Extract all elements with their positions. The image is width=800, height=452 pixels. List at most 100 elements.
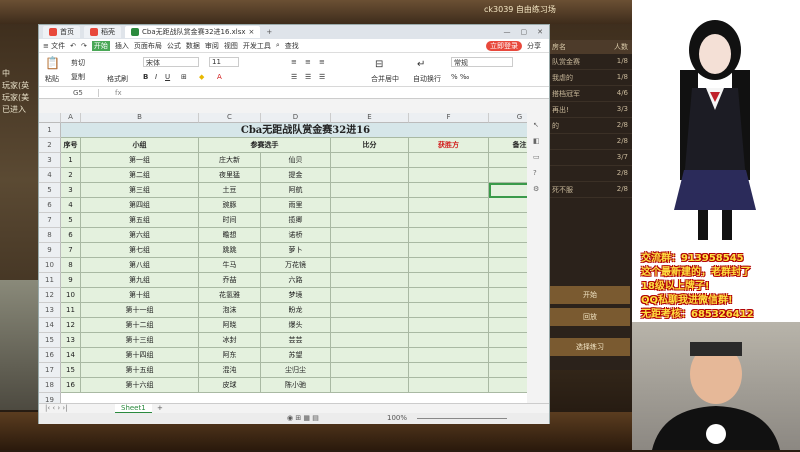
room-list-item[interactable]: 搭档冠军 4/6	[548, 86, 632, 102]
room-list-item[interactable]: 死不服 2/8	[548, 182, 632, 198]
menu-formulas[interactable]: 公式	[167, 41, 181, 51]
row-header[interactable]: 18	[39, 378, 61, 393]
wrap-text-button[interactable]: 自动换行	[413, 74, 441, 84]
start-button[interactable]: 开始	[550, 286, 630, 304]
fill-color-icon[interactable]: ◆	[199, 73, 204, 81]
table-row-index[interactable]: 8	[61, 258, 81, 273]
merge-icon[interactable]: ⊟	[375, 59, 383, 70]
table-row-notes[interactable]	[489, 153, 527, 168]
row-header[interactable]: 15	[39, 333, 61, 348]
table-row-group[interactable]: 第十四组	[81, 348, 199, 363]
column-header-b[interactable]: B	[81, 113, 199, 123]
header-cell-index[interactable]: 序号	[61, 138, 81, 153]
tool-style-icon[interactable]: ◧	[533, 137, 543, 145]
column-header-c[interactable]: C	[199, 113, 261, 123]
column-header-a[interactable]: A	[61, 113, 81, 123]
row-header[interactable]: 10	[39, 258, 61, 273]
table-row-winner[interactable]	[409, 378, 489, 393]
table-row-player[interactable]: 阿晓	[199, 318, 261, 333]
menu-developer[interactable]: 开发工具	[243, 41, 271, 51]
table-row-player[interactable]: 诺桥	[261, 228, 331, 243]
paste-icon[interactable]: 📋	[45, 56, 60, 70]
table-row-notes[interactable]	[489, 213, 527, 228]
row-header[interactable]: 2	[39, 138, 61, 153]
row-header[interactable]: 12	[39, 288, 61, 303]
table-row-winner[interactable]	[409, 303, 489, 318]
table-row-winner[interactable]	[409, 153, 489, 168]
table-row-score[interactable]	[331, 318, 409, 333]
cut-button[interactable]: 剪切	[71, 58, 85, 68]
align-bottom-icon[interactable]: ≡	[319, 58, 325, 66]
table-row-index[interactable]: 5	[61, 213, 81, 228]
table-row-score[interactable]	[331, 243, 409, 258]
row-header[interactable]: 9	[39, 243, 61, 258]
room-list-item[interactable]: 2/8	[548, 166, 632, 182]
room-list-item[interactable]: 再出! 3/3	[548, 102, 632, 118]
table-row-score[interactable]	[331, 378, 409, 393]
table-row-index[interactable]: 7	[61, 243, 81, 258]
align-top-icon[interactable]: ≡	[291, 58, 297, 66]
view-mode-icon[interactable]: ◉ ⊞ ▦ ▤	[287, 414, 319, 422]
table-row-player[interactable]: 乔喆	[199, 273, 261, 288]
column-header-d[interactable]: D	[261, 113, 331, 123]
menu-page-layout[interactable]: 页面布局	[134, 41, 162, 51]
table-row-player[interactable]: 阿航	[261, 183, 331, 198]
menu-view[interactable]: 视图	[224, 41, 238, 51]
table-row-player[interactable]: 仙贝	[261, 153, 331, 168]
copy-button[interactable]: 复制	[71, 72, 85, 82]
row-header[interactable]: 3	[39, 153, 61, 168]
table-row-player[interactable]: 豌豚	[199, 198, 261, 213]
table-row-index[interactable]: 13	[61, 333, 81, 348]
table-row-notes[interactable]	[489, 333, 527, 348]
table-row-index[interactable]: 11	[61, 303, 81, 318]
table-row-score[interactable]	[331, 333, 409, 348]
close-tab-icon[interactable]: ×	[249, 28, 255, 36]
align-middle-icon[interactable]: ≡	[305, 58, 311, 66]
table-row-winner[interactable]	[409, 198, 489, 213]
table-row-winner[interactable]	[409, 348, 489, 363]
practice-button[interactable]: 选择练习	[550, 338, 630, 356]
row-header[interactable]: 8	[39, 228, 61, 243]
table-row-group[interactable]: 第十二组	[81, 318, 199, 333]
table-row-notes[interactable]	[489, 318, 527, 333]
table-row-player[interactable]: 夜里猛	[199, 168, 261, 183]
table-row-group[interactable]: 第三组	[81, 183, 199, 198]
room-list-item[interactable]: 3/7	[548, 150, 632, 166]
table-row-notes[interactable]	[489, 273, 527, 288]
table-row-group[interactable]: 第十五组	[81, 363, 199, 378]
row-header[interactable]: 14	[39, 318, 61, 333]
table-row-group[interactable]: 第七组	[81, 243, 199, 258]
merge-center-button[interactable]: 合并居中	[371, 74, 399, 84]
redo-icon[interactable]: ↷	[81, 42, 87, 50]
table-row-player[interactable]: 盼龙	[261, 303, 331, 318]
maximize-icon[interactable]: ▢	[521, 28, 528, 36]
login-button[interactable]: 立即登录	[486, 40, 522, 51]
menu-home[interactable]: 开始	[91, 40, 110, 51]
table-row-score[interactable]	[331, 363, 409, 378]
tool-select-icon[interactable]: ↖	[533, 121, 543, 129]
zoom-slider[interactable]	[417, 418, 507, 419]
menu-review[interactable]: 审阅	[205, 41, 219, 51]
menu-insert[interactable]: 插入	[115, 41, 129, 51]
room-list-item[interactable]: 队赏金赛 1/8	[548, 54, 632, 70]
column-header-e[interactable]: E	[331, 113, 409, 123]
table-row-group[interactable]: 第一组	[81, 153, 199, 168]
table-row-index[interactable]: 15	[61, 363, 81, 378]
table-row-score[interactable]	[331, 288, 409, 303]
row-header[interactable]: 11	[39, 273, 61, 288]
menu-data[interactable]: 数据	[186, 41, 200, 51]
formula-input[interactable]	[122, 87, 549, 99]
row-header[interactable]: 16	[39, 348, 61, 363]
table-row-index[interactable]: 16	[61, 378, 81, 393]
search-icon[interactable]: ⌕	[276, 41, 280, 50]
new-tab-button[interactable]: +	[266, 28, 272, 36]
table-row-score[interactable]	[331, 153, 409, 168]
column-header-f[interactable]: F	[409, 113, 489, 123]
minimize-icon[interactable]: —	[504, 28, 511, 36]
number-format-select[interactable]: 常规	[451, 57, 513, 67]
table-row-winner[interactable]	[409, 258, 489, 273]
menu-file[interactable]: ≡ 文件	[43, 41, 65, 51]
table-row-score[interactable]	[331, 168, 409, 183]
table-row-player[interactable]: 雨里	[261, 198, 331, 213]
table-row-group[interactable]: 第八组	[81, 258, 199, 273]
